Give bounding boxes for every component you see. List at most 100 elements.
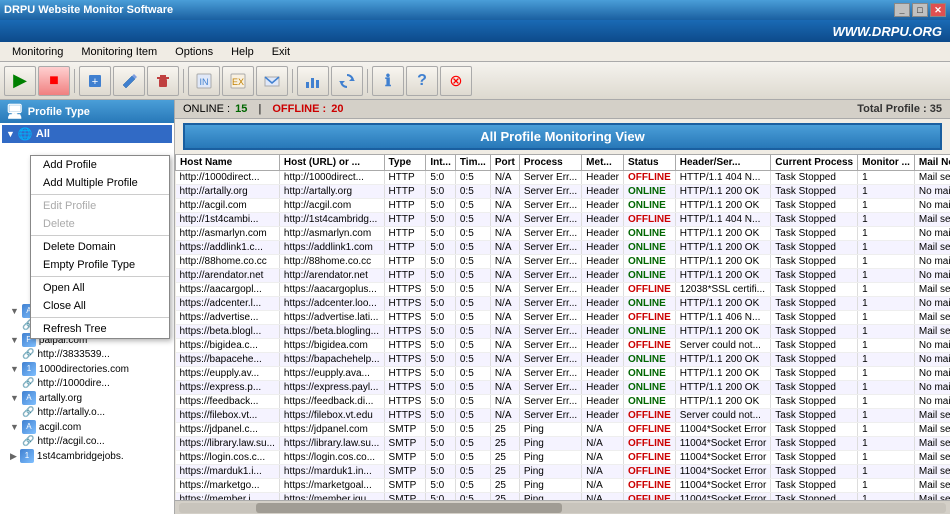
table-row[interactable]: https://advertise...https://advertise.la… [176, 311, 950, 325]
table-row[interactable]: http://acgil.comhttp://acgil.comHTTP5:00… [176, 199, 950, 213]
col-timeout[interactable]: Tim... [455, 155, 490, 171]
col-header[interactable]: Header/Ser... [675, 155, 771, 171]
help-button[interactable]: ? [406, 66, 438, 96]
play-button[interactable]: ▶ [4, 66, 36, 96]
tree-node-acgil-url[interactable]: 🔗 http://acgil.co... [2, 435, 172, 448]
close2-button[interactable]: ⊗ [440, 66, 472, 96]
minimize-button[interactable]: _ [894, 3, 910, 17]
edit-button[interactable] [113, 66, 145, 96]
table-cell: N/A [490, 199, 519, 213]
ctx-close-all[interactable]: Close All [31, 297, 169, 315]
menu-exit[interactable]: Exit [264, 44, 298, 60]
table-row[interactable]: https://beta.blogl...https://beta.blogli… [176, 325, 950, 339]
col-type[interactable]: Type [384, 155, 426, 171]
table-cell: HTTPS [384, 283, 426, 297]
menu-help[interactable]: Help [223, 44, 262, 60]
export-button[interactable]: EX [222, 66, 254, 96]
ctx-add-multiple-profile[interactable]: Add Multiple Profile [31, 174, 169, 192]
table-row[interactable]: https://bigidea.c...https://bigidea.comH… [176, 339, 950, 353]
table-row[interactable]: http://asmarlyn.comhttp://asmarlyn.comHT… [176, 227, 950, 241]
table-row[interactable]: https://express.p...https://express.payl… [176, 381, 950, 395]
menu-monitoring-item[interactable]: Monitoring Item [73, 44, 165, 60]
table-cell: Server Err... [519, 269, 581, 283]
table-row[interactable]: https://marduk1.i...https://marduk1.in..… [176, 465, 950, 479]
table-cell: Header [582, 199, 624, 213]
table-row[interactable]: https://addlink1.c...https://addlink1.co… [176, 241, 950, 255]
table-cell: 5:0 [426, 311, 456, 325]
menu-options[interactable]: Options [167, 44, 221, 60]
table-cell: 5:0 [426, 213, 456, 227]
chart-button[interactable] [297, 66, 329, 96]
table-cell: 25 [490, 451, 519, 465]
col-method[interactable]: Met... [582, 155, 624, 171]
table-cell: ONLINE [623, 353, 675, 367]
data-table-container[interactable]: Host Name Host (URL) or ... Type Int... … [175, 154, 950, 500]
table-row[interactable]: https://aacargopl...https://aacargoplus.… [176, 283, 950, 297]
col-host-url[interactable]: Host (URL) or ... [279, 155, 384, 171]
ctx-delete-domain[interactable]: Delete Domain [31, 238, 169, 256]
ctx-add-profile[interactable]: Add Profile [31, 156, 169, 174]
table-cell: N/A [490, 381, 519, 395]
table-row[interactable]: https://member.i...https://member.igu...… [176, 493, 950, 501]
table-row[interactable]: http://88home.co.cchttp://88home.co.ccHT… [176, 255, 950, 269]
table-cell: 5:0 [426, 241, 456, 255]
table-row[interactable]: https://bapacehe...https://bapachehelp..… [176, 353, 950, 367]
table-cell: Ping [519, 465, 581, 479]
table-cell: OFFLINE [623, 213, 675, 227]
delete-button[interactable] [147, 66, 179, 96]
table-row[interactable]: https://eupply.av...https://eupply.ava..… [176, 367, 950, 381]
table-cell: N/A [490, 185, 519, 199]
table-row[interactable]: https://filebox.vt...https://filebox.vt.… [176, 409, 950, 423]
tree-node-1st4cambridge[interactable]: ▶ 1 1st4cambridgejobs. [2, 448, 172, 464]
table-cell: SMTP [384, 437, 426, 451]
tree-node-artally[interactable]: ▼ A artally.org [2, 390, 172, 406]
info-button[interactable]: ℹ [372, 66, 404, 96]
col-port[interactable]: Port [490, 155, 519, 171]
ctx-open-all[interactable]: Open All [31, 279, 169, 297]
tree-icon-all: 🌐 [18, 127, 33, 141]
table-row[interactable]: https://feedback...https://feedback.di..… [176, 395, 950, 409]
table-cell: http://artally.org [176, 185, 280, 199]
col-monitor[interactable]: Monitor ... [858, 155, 915, 171]
import-button[interactable]: IN [188, 66, 220, 96]
table-row[interactable]: https://jdpanel.c...https://jdpanel.comS… [176, 423, 950, 437]
col-status[interactable]: Status [623, 155, 675, 171]
table-cell: http://1st4cambi... [176, 213, 280, 227]
col-mail[interactable]: Mail Notification [914, 155, 950, 171]
table-cell: Task Stopped [771, 171, 858, 185]
tree-node-1000dir[interactable]: ▼ 1 1000directories.com [2, 361, 172, 377]
col-current-process[interactable]: Current Process [771, 155, 858, 171]
table-cell: Task Stopped [771, 269, 858, 283]
table-row[interactable]: https://marketgo...https://marketgoal...… [176, 479, 950, 493]
refresh-button[interactable] [331, 66, 363, 96]
table-cell: https://beta.blogling... [279, 325, 384, 339]
tree-node-all[interactable]: ▼ 🌐 All [2, 125, 172, 143]
site-icon-1st4cambridge: 1 [20, 449, 34, 463]
table-row[interactable]: https://adcenter.l...https://adcenter.lo… [176, 297, 950, 311]
horizontal-scrollbar[interactable] [175, 500, 950, 514]
table-row[interactable]: https://login.cos.c...https://login.cos.… [176, 451, 950, 465]
tree-node-artally-url[interactable]: 🔗 http://artally.o... [2, 406, 172, 419]
stop-button[interactable]: ■ [38, 66, 70, 96]
tree-node-paipai-url[interactable]: 🔗 http://3833539... [2, 348, 172, 361]
table-row[interactable]: http://arendator.nethttp://arendator.net… [176, 269, 950, 283]
table-cell: No mail notification sent for [914, 353, 950, 367]
table-row[interactable]: http://1000direct...http://1000direct...… [176, 171, 950, 185]
ctx-refresh-tree[interactable]: Refresh Tree [31, 320, 169, 338]
table-row[interactable]: https://library.law.su...https://library… [176, 437, 950, 451]
add-button[interactable]: + [79, 66, 111, 96]
menu-monitoring[interactable]: Monitoring [4, 44, 71, 60]
maximize-button[interactable]: □ [912, 3, 928, 17]
col-host-name[interactable]: Host Name [176, 155, 280, 171]
mail-button[interactable] [256, 66, 288, 96]
close-button[interactable]: ✕ [930, 3, 946, 17]
table-row[interactable]: http://artally.orghttp://artally.orgHTTP… [176, 185, 950, 199]
table-cell: SMTP [384, 465, 426, 479]
ctx-empty-profile-type[interactable]: Empty Profile Type [31, 256, 169, 274]
tree-node-acgil[interactable]: ▼ A acgil.com [2, 419, 172, 435]
col-process[interactable]: Process [519, 155, 581, 171]
tree-node-1000dir-url[interactable]: 🔗 http://1000dire... [2, 377, 172, 390]
table-cell: N/A [490, 367, 519, 381]
col-interval[interactable]: Int... [426, 155, 456, 171]
table-row[interactable]: http://1st4cambi...http://1st4cambridg..… [176, 213, 950, 227]
